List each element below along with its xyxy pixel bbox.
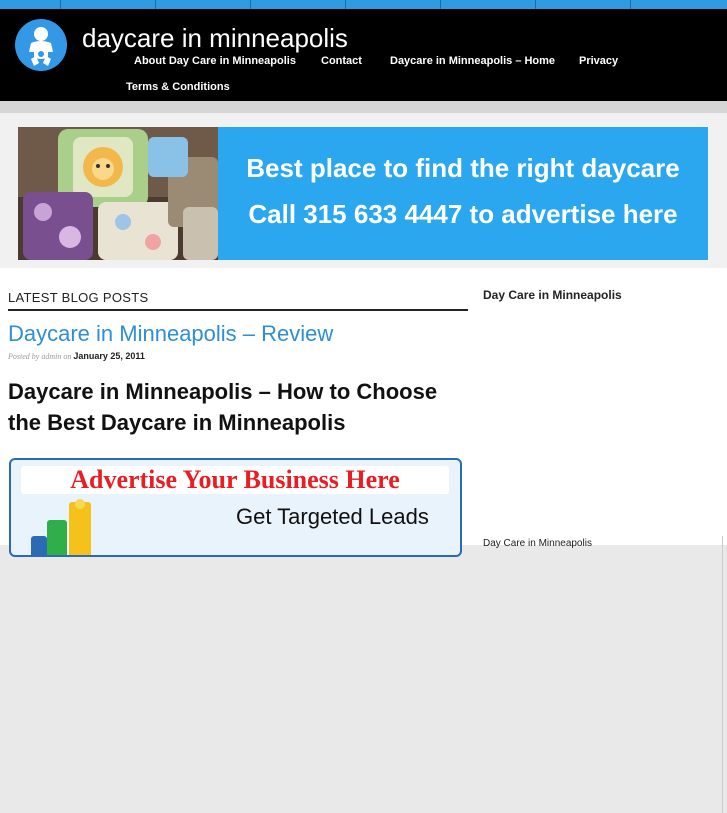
nav-privacy[interactable]: Privacy <box>579 55 618 67</box>
banner-line-2: Call 315 633 4447 to advertise here <box>248 199 678 229</box>
post-title-link[interactable]: Daycare in Minneapolis – Review <box>8 321 333 347</box>
site-header: daycare in minneapolis About Day Care in… <box>0 9 727 101</box>
ad-subline: Get Targeted Leads <box>236 504 429 529</box>
right-divider <box>722 536 723 813</box>
section-divider <box>8 309 468 311</box>
advertise-banner[interactable]: Best place to find the right daycare Cal… <box>18 127 708 260</box>
section-heading: LATEST BLOG POSTS <box>8 290 149 305</box>
nav-contact[interactable]: Contact <box>321 55 362 67</box>
building-blocks-icon <box>31 499 91 555</box>
content-area: LATEST BLOG POSTS Daycare in Minneapolis… <box>0 268 727 813</box>
nav-terms[interactable]: Terms & Conditions <box>126 81 230 93</box>
post-meta: Posted by admin on January 25, 2011 <box>8 351 145 361</box>
nav-home[interactable]: Daycare in Minneapolis – Home <box>390 55 555 67</box>
sidebar-link[interactable]: Day Care in Minneapolis <box>483 538 592 549</box>
post-date: January 25, 2011 <box>73 351 145 361</box>
ad-headline: Advertise Your Business Here <box>70 465 400 494</box>
post-heading: Daycare in Minneapolis – How to Choose t… <box>8 379 438 435</box>
site-title[interactable]: daycare in minneapolis <box>82 23 348 54</box>
toy-blocks-image <box>18 127 218 260</box>
banner-line-1: Best place to find the right daycare <box>246 153 680 183</box>
nav-about[interactable]: About Day Care in Minneapolis <box>134 55 296 67</box>
sidebar-title: Day Care in Minneapolis <box>483 288 622 302</box>
advertise-ad-box[interactable]: Advertise Your Business Here Get Targete… <box>9 458 462 557</box>
header-divider <box>0 101 727 113</box>
post-meta-prefix: Posted by admin on <box>8 352 72 361</box>
banner-area: Best place to find the right daycare Cal… <box>0 113 727 268</box>
baby-logo-icon[interactable] <box>15 19 67 71</box>
ad-headline-box: Advertise Your Business Here <box>21 466 449 494</box>
top-stripe <box>0 0 727 9</box>
